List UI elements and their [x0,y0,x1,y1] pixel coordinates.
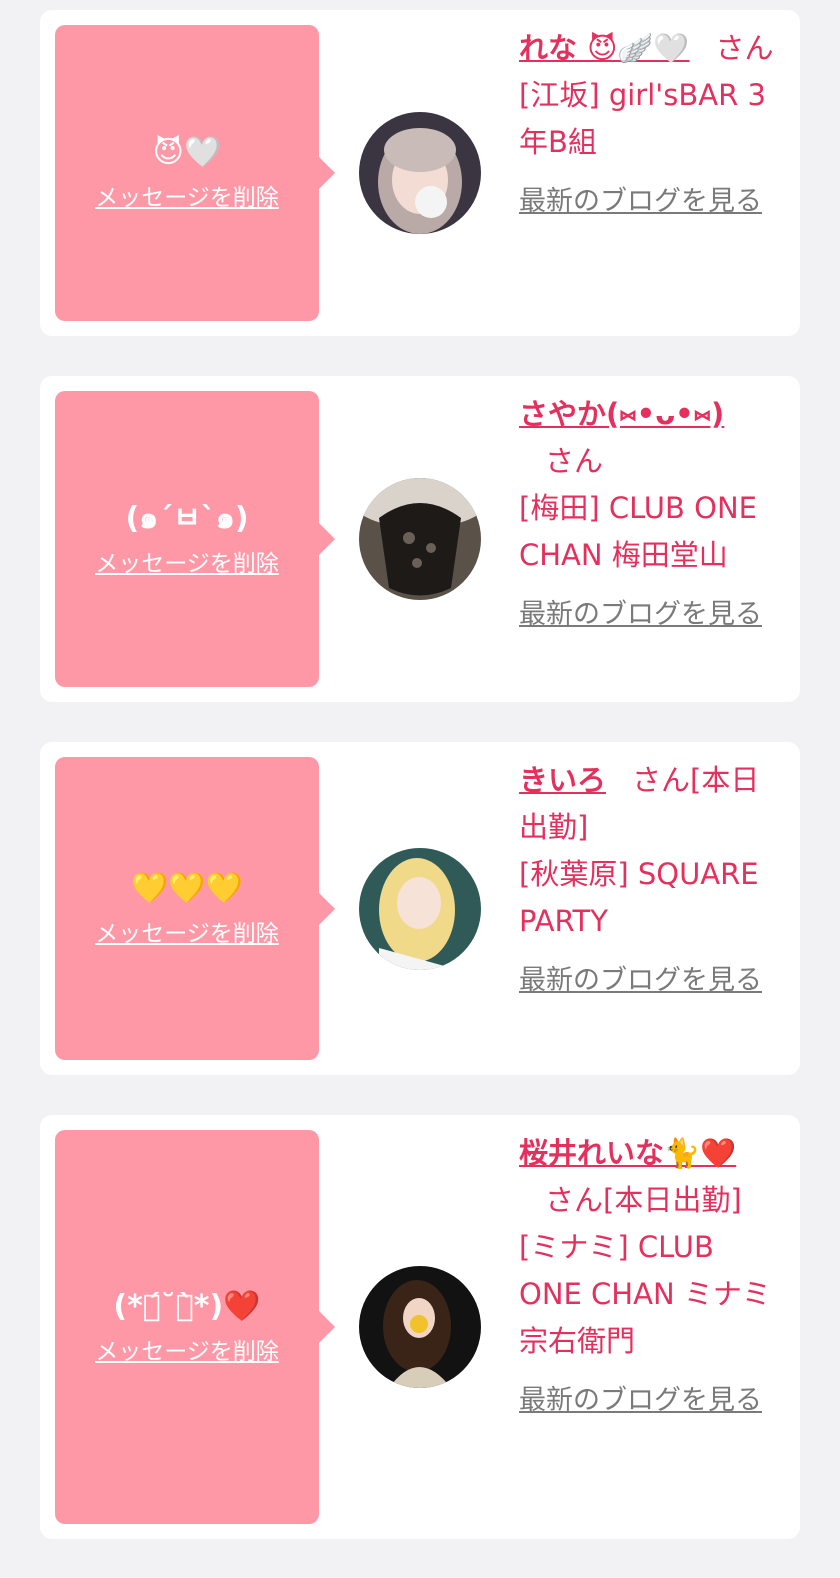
message-card: 😈🤍 メッセージを削除 れな 😈🪽🤍 さん [江坂] girl'sBAR 3年B組… [40,10,800,336]
cast-info: きいろ さん[本日出勤] [秋葉原] SQUARE PARTY 最新のブログを見る [519,757,779,1003]
cast-info: れな 😈🪽🤍 さん [江坂] girl'sBAR 3年B組 最新のブログを見る [519,25,779,224]
latest-blog-link[interactable]: 最新のブログを見る [519,180,779,224]
delete-message-link[interactable]: メッセージを削除 [95,549,279,579]
message-text: 💛💛💛 [130,870,244,906]
shop-name: [秋葉原] SQUARE PARTY [519,857,759,938]
cast-info: さやか(⑅•ᴗ•⑅) さん [梅田] CLUB ONE CHAN 梅田堂山 最新の… [519,391,779,637]
honorific: さん [715,31,774,65]
avatar[interactable] [359,112,481,234]
honorific: さん [632,763,691,797]
message-bubble: (*ฅ́˘ฅ̀*)❤️ メッセージを削除 [55,1130,335,1524]
delete-message-link[interactable]: メッセージを削除 [95,1337,279,1367]
shop-name: [江坂] girl'sBAR 3年B組 [519,78,766,159]
cast-name-link[interactable]: 桜井れいな🐈❤️ [519,1136,736,1170]
message-card: 💛💛💛 メッセージを削除 きいろ さん[本日出勤] [秋葉原] SQUARE PA… [40,742,800,1075]
latest-blog-link[interactable]: 最新のブログを見る [519,593,779,637]
message-bubble: (๑´ㅂ`๑) メッセージを削除 [55,391,335,687]
message-text: 😈🤍 [152,135,222,170]
shop-name: [梅田] CLUB ONE CHAN 梅田堂山 [519,491,757,572]
avatar[interactable] [359,1266,481,1388]
cast-name-link[interactable]: さやか(⑅•ᴗ•⑅) [519,397,724,431]
latest-blog-link[interactable]: 最新のブログを見る [519,1379,779,1423]
delete-message-link[interactable]: メッセージを削除 [95,183,279,213]
message-text: (*ฅ́˘ฅ̀*)❤️ [113,1289,261,1324]
latest-blog-link[interactable]: 最新のブログを見る [519,959,779,1003]
delete-message-link[interactable]: メッセージを削除 [95,919,279,949]
shift-status: [本日出勤] [603,1183,742,1217]
cast-name-link[interactable]: れな 😈🪽🤍 [519,31,690,65]
honorific: さん [545,444,604,478]
message-text: (๑´ㅂ`๑) [125,501,249,536]
message-card: (๑´ㅂ`๑) メッセージを削除 さやか(⑅•ᴗ•⑅) さん [梅田] CLUB … [40,376,800,702]
honorific: さん [545,1183,604,1217]
cast-info: 桜井れいな🐈❤️ さん[本日出勤] [ミナミ] CLUB ONE CHAN ミナミ… [519,1130,779,1423]
avatar[interactable] [359,478,481,600]
message-card: (*ฅ́˘ฅ̀*)❤️ メッセージを削除 桜井れいな🐈❤️ さん[本日出勤] [ミ… [40,1115,800,1539]
avatar[interactable] [359,848,481,970]
message-bubble: 😈🤍 メッセージを削除 [55,25,335,321]
cast-name-link[interactable]: きいろ [519,763,606,797]
message-bubble: 💛💛💛 メッセージを削除 [55,757,335,1060]
shop-name: [ミナミ] CLUB ONE CHAN ミナミ 宗右衛門 [519,1230,771,1358]
